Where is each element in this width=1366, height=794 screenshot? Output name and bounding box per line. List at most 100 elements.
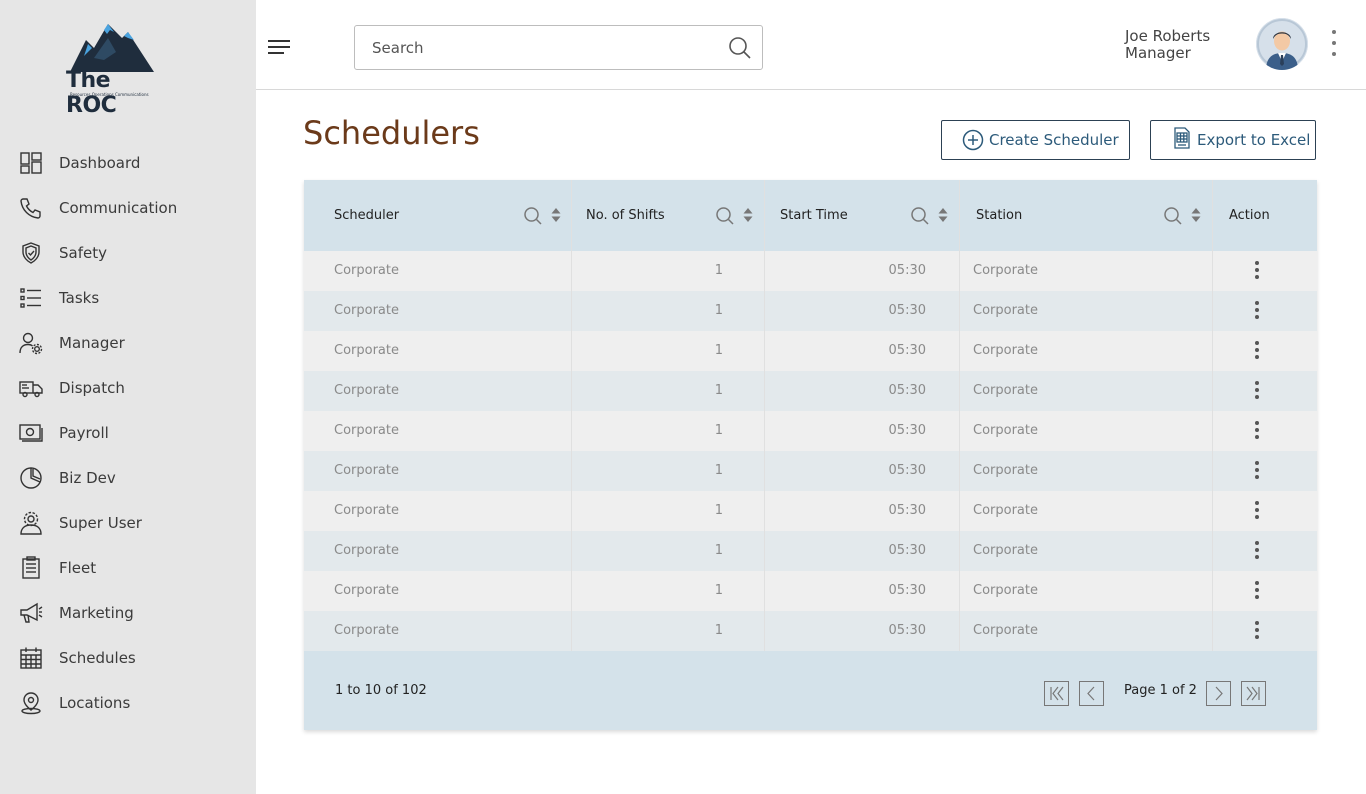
dashboard-icon — [20, 152, 42, 174]
sidebar-item-communication[interactable]: Communication — [0, 185, 256, 230]
user-info[interactable]: Joe Roberts Manager — [1125, 28, 1210, 62]
cell-station: Corporate — [973, 263, 1038, 278]
first-page-button[interactable] — [1044, 681, 1069, 706]
sidebar-item-biz-dev[interactable]: Biz Dev — [0, 455, 256, 500]
sidebar-item-fleet[interactable]: Fleet — [0, 545, 256, 590]
logo[interactable]: The ROC Resources Operations Communicati… — [64, 18, 160, 118]
megaphone-icon — [20, 602, 43, 623]
row-actions-icon[interactable] — [1254, 421, 1260, 441]
last-page-icon — [1246, 686, 1260, 701]
table-row[interactable]: Corporate 1 05:30 Corporate — [304, 251, 1317, 291]
sort-icon[interactable] — [743, 207, 753, 223]
sidebar-item-label: Manager — [59, 333, 125, 352]
sort-icon[interactable] — [1191, 207, 1201, 223]
row-actions-icon[interactable] — [1254, 301, 1260, 321]
sidebar-item-super-user[interactable]: Super User — [0, 500, 256, 545]
app-root: The ROC Resources Operations Communicati… — [0, 0, 1366, 794]
table-row[interactable]: Corporate 1 05:30 Corporate — [304, 611, 1317, 651]
cell-scheduler: Corporate — [334, 623, 399, 638]
sidebar-item-label: Fleet — [59, 558, 97, 577]
column-label: Scheduler — [334, 208, 400, 223]
list-icon — [20, 288, 41, 308]
logo-tagline: Resources Operations Communications — [70, 92, 149, 97]
cell-start-time: 05:30 — [888, 343, 926, 358]
row-actions-icon[interactable] — [1254, 541, 1260, 561]
sort-icon[interactable] — [938, 207, 948, 223]
cell-shifts: 1 — [714, 503, 723, 518]
table-row[interactable]: Corporate 1 05:30 Corporate — [304, 451, 1317, 491]
table-row[interactable]: Corporate 1 05:30 Corporate — [304, 331, 1317, 371]
top-header: Joe Roberts Manager — [256, 0, 1366, 90]
sidebar-item-safety[interactable]: Safety — [0, 230, 256, 275]
column-label: Action — [1229, 208, 1270, 223]
user-cog-icon — [20, 511, 42, 535]
previous-page-button[interactable] — [1079, 681, 1104, 706]
menu-toggle-icon[interactable] — [268, 38, 292, 56]
column-divider — [959, 180, 960, 651]
table-row[interactable]: Corporate 1 05:30 Corporate — [304, 571, 1317, 611]
cell-shifts: 1 — [714, 463, 723, 478]
chevron-right-icon — [1215, 686, 1223, 701]
avatar-person-icon — [1256, 18, 1308, 70]
avatar[interactable] — [1256, 18, 1308, 70]
row-actions-icon[interactable] — [1254, 461, 1260, 481]
row-actions-icon[interactable] — [1254, 581, 1260, 601]
sidebar-item-manager[interactable]: Manager — [0, 320, 256, 365]
table-row[interactable]: Corporate 1 05:30 Corporate — [304, 491, 1317, 531]
export-excel-button[interactable]: Export to Excel — [1150, 120, 1316, 160]
cell-start-time: 05:30 — [888, 543, 926, 558]
chevron-left-icon — [1087, 686, 1095, 701]
sidebar-item-locations[interactable]: Locations — [0, 680, 256, 725]
column-label: Station — [976, 208, 1023, 223]
column-search-icon[interactable] — [910, 206, 930, 226]
column-label: No. of Shifts — [586, 208, 665, 223]
truck-icon — [19, 381, 43, 398]
sidebar-item-dashboard[interactable]: Dashboard — [0, 140, 256, 185]
table-row[interactable]: Corporate 1 05:30 Corporate — [304, 411, 1317, 451]
clipboard-icon — [22, 556, 40, 579]
cell-station: Corporate — [973, 343, 1038, 358]
row-actions-icon[interactable] — [1254, 341, 1260, 361]
row-actions-icon[interactable] — [1254, 501, 1260, 521]
cell-shifts: 1 — [714, 583, 723, 598]
row-actions-icon[interactable] — [1254, 621, 1260, 641]
next-page-button[interactable] — [1206, 681, 1231, 706]
calendar-icon — [20, 647, 42, 669]
cell-station: Corporate — [973, 623, 1038, 638]
schedulers-table: Scheduler No. of Shifts Start Time Stati… — [304, 180, 1317, 730]
first-page-icon — [1050, 686, 1064, 701]
table-row[interactable]: Corporate 1 05:30 Corporate — [304, 291, 1317, 331]
sidebar-item-label: Tasks — [59, 288, 100, 307]
cell-scheduler: Corporate — [334, 383, 399, 398]
cell-station: Corporate — [973, 423, 1038, 438]
column-search-icon[interactable] — [715, 206, 735, 226]
search-input[interactable] — [372, 37, 712, 59]
cell-station: Corporate — [973, 543, 1038, 558]
row-actions-icon[interactable] — [1254, 381, 1260, 401]
sidebar-item-tasks[interactable]: Tasks — [0, 275, 256, 320]
sidebar-item-payroll[interactable]: Payroll — [0, 410, 256, 455]
sidebar-item-marketing[interactable]: Marketing — [0, 590, 256, 635]
sidebar-item-schedules[interactable]: Schedules — [0, 635, 256, 680]
cell-shifts: 1 — [714, 623, 723, 638]
table-row[interactable]: Corporate 1 05:30 Corporate — [304, 371, 1317, 411]
column-header-shifts: No. of Shifts — [571, 180, 764, 251]
sidebar-item-dispatch[interactable]: Dispatch — [0, 365, 256, 410]
page-title: Schedulers — [303, 114, 480, 152]
cell-shifts: 1 — [714, 383, 723, 398]
column-search-icon[interactable] — [1163, 206, 1183, 226]
search-icon[interactable] — [728, 36, 752, 60]
row-actions-icon[interactable] — [1254, 261, 1260, 281]
cell-start-time: 05:30 — [888, 463, 926, 478]
column-divider — [1212, 180, 1213, 651]
cell-start-time: 05:30 — [888, 503, 926, 518]
column-header-action: Action — [1212, 180, 1317, 251]
column-label: Start Time — [780, 208, 848, 223]
sort-icon[interactable] — [551, 207, 561, 223]
more-options-icon[interactable] — [1329, 30, 1339, 62]
table-row[interactable]: Corporate 1 05:30 Corporate — [304, 531, 1317, 571]
create-scheduler-button[interactable]: Create Scheduler — [941, 120, 1130, 160]
sidebar-item-label: Communication — [59, 198, 178, 217]
column-search-icon[interactable] — [523, 206, 543, 226]
last-page-button[interactable] — [1241, 681, 1266, 706]
